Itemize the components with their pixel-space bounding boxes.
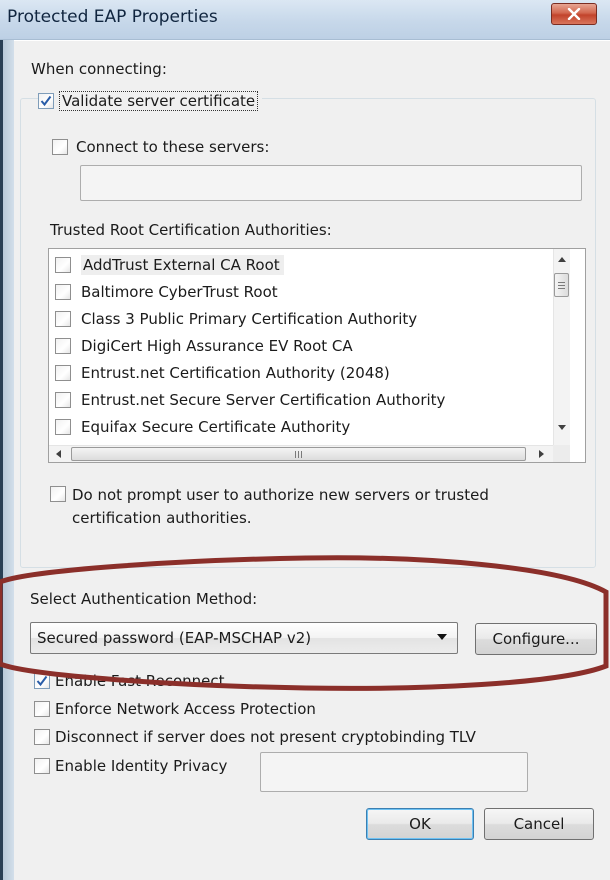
- list-item-checkbox[interactable]: [55, 311, 71, 327]
- scrollbar-corner: [553, 445, 570, 462]
- list-item-label: Entrust.net Certification Authority (204…: [81, 364, 390, 382]
- validate-certificate-checkbox[interactable]: [38, 93, 54, 109]
- connect-servers-checkbox-row[interactable]: Connect to these servers:: [52, 138, 269, 156]
- close-icon: [567, 8, 581, 20]
- scroll-left-arrow-icon[interactable]: [55, 449, 62, 459]
- cancel-button[interactable]: Cancel: [484, 808, 594, 840]
- validate-certificate-checkbox-row[interactable]: Validate server certificate: [38, 90, 263, 112]
- trusted-root-label: Trusted Root Certification Authorities:: [50, 221, 332, 239]
- cryptobinding-checkbox[interactable]: [34, 729, 50, 745]
- configure-button[interactable]: Configure...: [475, 623, 597, 655]
- list-item[interactable]: Entrust.net Certification Authority (204…: [49, 360, 390, 386]
- dropdown-arrow-icon[interactable]: [436, 633, 448, 641]
- fast-reconnect-checkbox[interactable]: [34, 673, 50, 689]
- window-frame: [0, 0, 14, 880]
- list-item[interactable]: AddTrust External CA Root: [49, 252, 284, 278]
- list-item-checkbox[interactable]: [55, 419, 71, 435]
- cryptobinding-label: Disconnect if server does not present cr…: [55, 728, 476, 746]
- list-item[interactable]: DigiCert High Assurance EV Root CA: [49, 333, 353, 359]
- identity-privacy-checkbox[interactable]: [34, 758, 50, 774]
- auth-method-label: Select Authentication Method:: [30, 590, 258, 608]
- no-prompt-label-line1: Do not prompt user to authorize new serv…: [72, 486, 489, 504]
- list-item-label: Entrust.net Secure Server Certification …: [81, 391, 446, 409]
- auth-method-select[interactable]: Secured password (EAP-MSCHAP v2): [30, 622, 458, 654]
- list-item-label: Equifax Secure Certificate Authority: [81, 418, 351, 436]
- list-item-label: DigiCert High Assurance EV Root CA: [81, 337, 353, 355]
- connect-servers-checkbox[interactable]: [52, 139, 68, 155]
- list-item-checkbox[interactable]: [55, 338, 71, 354]
- checkmark-icon: [40, 95, 52, 107]
- list-item-label: Baltimore CyberTrust Root: [81, 283, 278, 301]
- trusted-root-list[interactable]: AddTrust External CA Root Baltimore Cybe…: [48, 248, 586, 463]
- list-item-checkbox[interactable]: [55, 257, 71, 273]
- list-item-label: AddTrust External CA Root: [81, 255, 284, 275]
- identity-privacy-checkbox-row[interactable]: Enable Identity Privacy: [34, 757, 227, 775]
- list-item-checkbox[interactable]: [55, 284, 71, 300]
- list-item[interactable]: Baltimore CyberTrust Root: [49, 279, 278, 305]
- list-item[interactable]: Entrust.net Secure Server Certification …: [49, 387, 445, 413]
- close-button[interactable]: [551, 3, 597, 25]
- scroll-down-arrow-icon[interactable]: [557, 424, 567, 431]
- no-prompt-label-line2: certification authorities.: [72, 509, 252, 527]
- horizontal-scroll-thumb[interactable]: [71, 447, 526, 461]
- cryptobinding-checkbox-row[interactable]: Disconnect if server does not present cr…: [34, 728, 476, 746]
- grip-icon: [558, 281, 565, 289]
- no-prompt-checkbox[interactable]: [50, 486, 66, 502]
- list-item-checkbox[interactable]: [55, 392, 71, 408]
- connect-servers-label: Connect to these servers:: [76, 138, 270, 156]
- scroll-right-arrow-icon[interactable]: [538, 449, 545, 459]
- auth-method-selected: Secured password (EAP-MSCHAP v2): [37, 629, 312, 647]
- window-title: Protected EAP Properties: [7, 7, 218, 27]
- identity-privacy-label: Enable Identity Privacy: [55, 757, 228, 775]
- checkmark-icon: [36, 675, 48, 687]
- no-prompt-checkbox-row[interactable]: Do not prompt user to authorize new serv…: [50, 484, 489, 530]
- servers-input[interactable]: [80, 165, 582, 201]
- nap-checkbox[interactable]: [34, 701, 50, 717]
- nap-checkbox-row[interactable]: Enforce Network Access Protection: [34, 700, 316, 718]
- nap-label: Enforce Network Access Protection: [55, 700, 316, 718]
- list-item-label: Class 3 Public Primary Certification Aut…: [81, 310, 418, 328]
- ok-button[interactable]: OK: [366, 808, 474, 840]
- list-item[interactable]: Equifax Secure Certificate Authority: [49, 414, 350, 440]
- fast-reconnect-checkbox-row[interactable]: Enable Fast Reconnect: [34, 672, 225, 690]
- fast-reconnect-label: Enable Fast Reconnect: [55, 672, 225, 690]
- list-item[interactable]: Class 3 Public Primary Certification Aut…: [49, 306, 417, 332]
- when-connecting-heading: When connecting:: [31, 60, 167, 78]
- vertical-scroll-thumb[interactable]: [554, 273, 569, 297]
- identity-privacy-input[interactable]: [260, 752, 528, 792]
- no-prompt-label: Do not prompt user to authorize new serv…: [72, 484, 489, 530]
- list-item-checkbox[interactable]: [55, 365, 71, 381]
- scroll-up-arrow-icon[interactable]: [557, 256, 567, 263]
- grip-icon: [295, 450, 302, 458]
- validate-certificate-label: Validate server certificate: [59, 91, 259, 111]
